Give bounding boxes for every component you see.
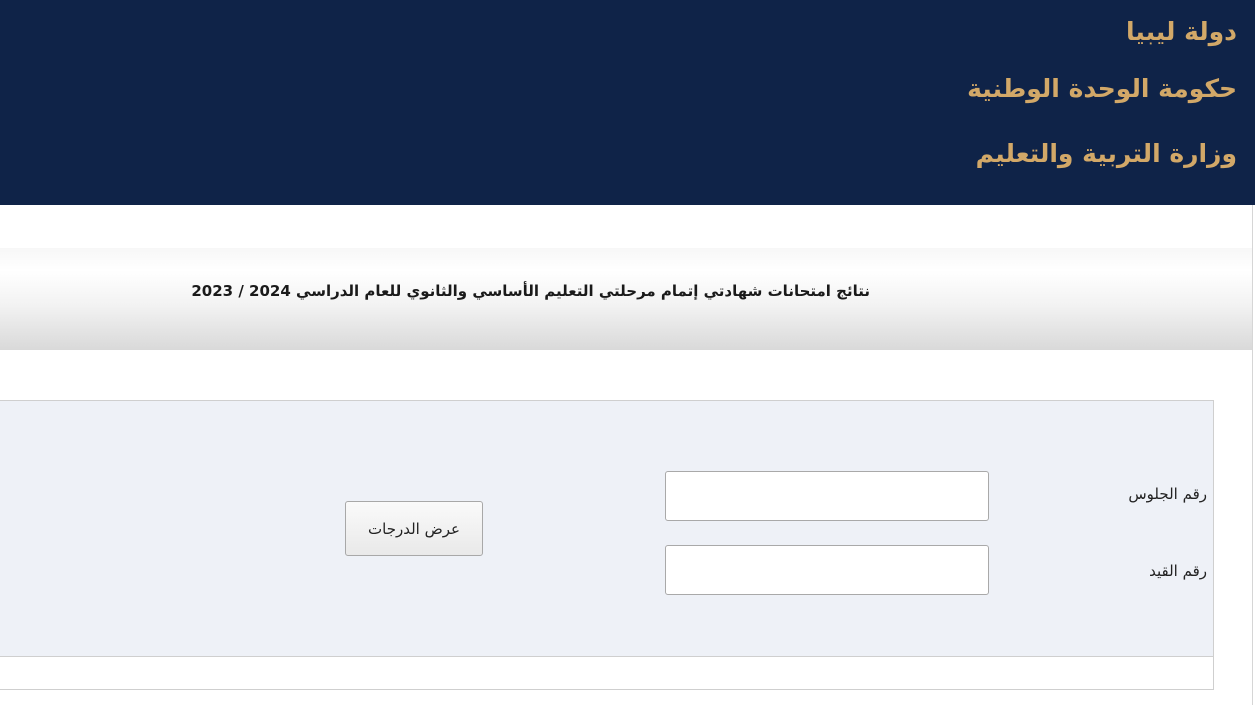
- page-title: نتائج امتحانات شهادتي إتمام مرحلتي التعل…: [191, 282, 870, 300]
- header-ministry: وزارة التربية والتعليم: [975, 139, 1237, 168]
- seat-number-input[interactable]: [665, 471, 989, 521]
- registration-number-input[interactable]: [665, 545, 989, 595]
- seat-number-label: رقم الجلوس: [1128, 485, 1207, 503]
- results-form-panel: [0, 400, 1214, 657]
- registration-number-label: رقم القيد: [1149, 562, 1207, 580]
- page: دولة ليبيا حكومة الوحدة الوطنية وزارة ال…: [0, 0, 1255, 705]
- header-country: دولة ليبيا: [1125, 17, 1237, 46]
- form-footer: [0, 657, 1214, 690]
- header-government: حكومة الوحدة الوطنية: [967, 74, 1237, 103]
- ministry-header: دولة ليبيا حكومة الوحدة الوطنية وزارة ال…: [0, 0, 1255, 205]
- show-grades-button[interactable]: عرض الدرجات: [345, 501, 483, 556]
